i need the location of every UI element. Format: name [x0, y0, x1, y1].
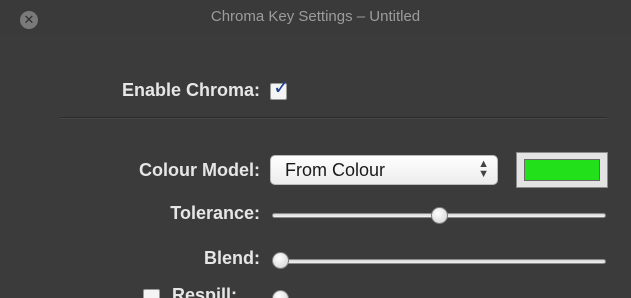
respill-slider-knob[interactable]	[272, 290, 289, 298]
colour-model-select[interactable]: From Colour ▲ ▼	[270, 155, 498, 185]
tolerance-slider-knob[interactable]	[430, 207, 448, 224]
checkmark-icon: ✓	[273, 77, 290, 99]
tolerance-label: Tolerance:	[170, 203, 260, 223]
title-bar: ✕ Chroma Key Settings – Untitled	[0, 0, 631, 34]
window-title: Chroma Key Settings – Untitled	[210, 8, 421, 25]
key-colour-swatch	[524, 159, 600, 181]
colour-model-label: Colour Model:	[139, 160, 260, 180]
enable-chroma-checkbox[interactable]: ✓	[270, 78, 290, 100]
key-colour-well[interactable]	[516, 152, 608, 188]
blend-slider[interactable]	[272, 259, 606, 264]
enable-chroma-label: Enable Chroma:	[121, 80, 260, 100]
respill-label: Respill:	[172, 285, 238, 298]
colour-model-value: From Colour	[285, 160, 386, 180]
respill-checkbox[interactable]	[143, 289, 160, 298]
blend-label: Blend:	[204, 248, 260, 268]
blend-slider-knob[interactable]	[272, 252, 289, 269]
section-divider	[60, 117, 607, 119]
chroma-key-settings-window: ✕ Chroma Key Settings – Untitled Enable …	[0, 0, 631, 298]
chevron-up-down-icon: ▲ ▼	[478, 158, 489, 180]
